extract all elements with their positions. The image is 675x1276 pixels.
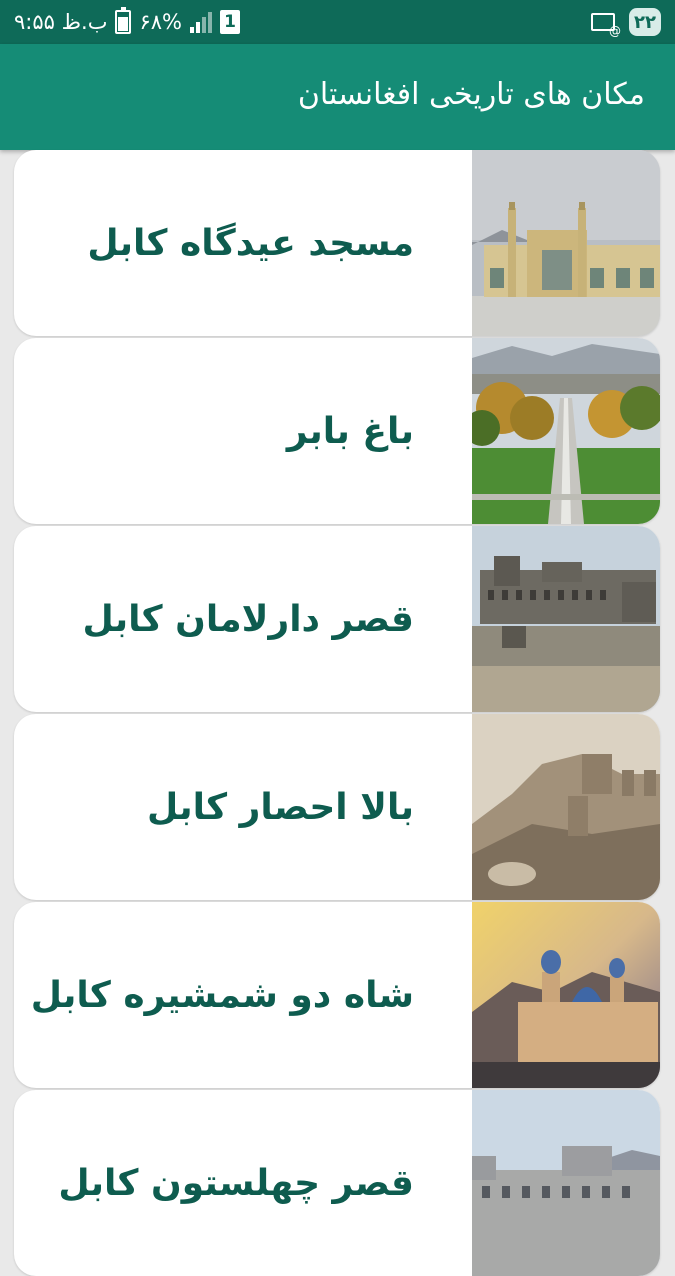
place-title: مسجد عیدگاه کابل bbox=[87, 222, 414, 264]
app-bar: مکان های تاریخی افغانستان bbox=[0, 44, 675, 150]
battery-percent: ۶۸% bbox=[139, 10, 182, 34]
garden-photo bbox=[472, 338, 660, 524]
list-item[interactable]: شاه دو شمشیره کابل bbox=[14, 902, 660, 1088]
place-title: باغ بابر bbox=[286, 410, 414, 452]
email-notification-icon bbox=[591, 13, 621, 38]
sim-icon: 1 bbox=[219, 10, 240, 34]
list-item[interactable]: مسجد عیدگاه کابل bbox=[14, 150, 660, 336]
list-item[interactable]: قصر دارلامان کابل bbox=[14, 526, 660, 712]
status-left: ۹:۵۵ ب.ظ ۶۸% 1 bbox=[14, 7, 240, 36]
place-title: قصر چهلستون کابل bbox=[58, 1162, 414, 1204]
battery-icon bbox=[115, 7, 132, 34]
place-title: شاه دو شمشیره کابل bbox=[30, 974, 414, 1016]
mosque-photo bbox=[472, 150, 660, 336]
place-title: قصر دارلامان کابل bbox=[82, 598, 415, 640]
blue-dome-mosque-photo bbox=[472, 902, 660, 1088]
palace-photo bbox=[472, 1090, 660, 1276]
list-item[interactable]: قصر چهلستون کابل bbox=[14, 1090, 660, 1276]
list-item[interactable]: بالا احصار کابل bbox=[14, 714, 660, 900]
list-item[interactable]: باغ بابر bbox=[14, 338, 660, 524]
signal-icon bbox=[189, 11, 212, 33]
place-title: بالا احصار کابل bbox=[146, 786, 414, 828]
status-bar: ۹:۵۵ ب.ظ ۶۸% 1 ۲۲ bbox=[0, 0, 675, 44]
status-right: ۲۲ bbox=[591, 7, 661, 38]
fortress-photo bbox=[472, 714, 660, 900]
page-title: مکان های تاریخی افغانستان bbox=[297, 77, 645, 112]
palace-ruins-photo bbox=[472, 526, 660, 712]
notification-badge: ۲۲ bbox=[629, 8, 661, 36]
status-time: ۹:۵۵ ب.ظ bbox=[14, 10, 108, 34]
